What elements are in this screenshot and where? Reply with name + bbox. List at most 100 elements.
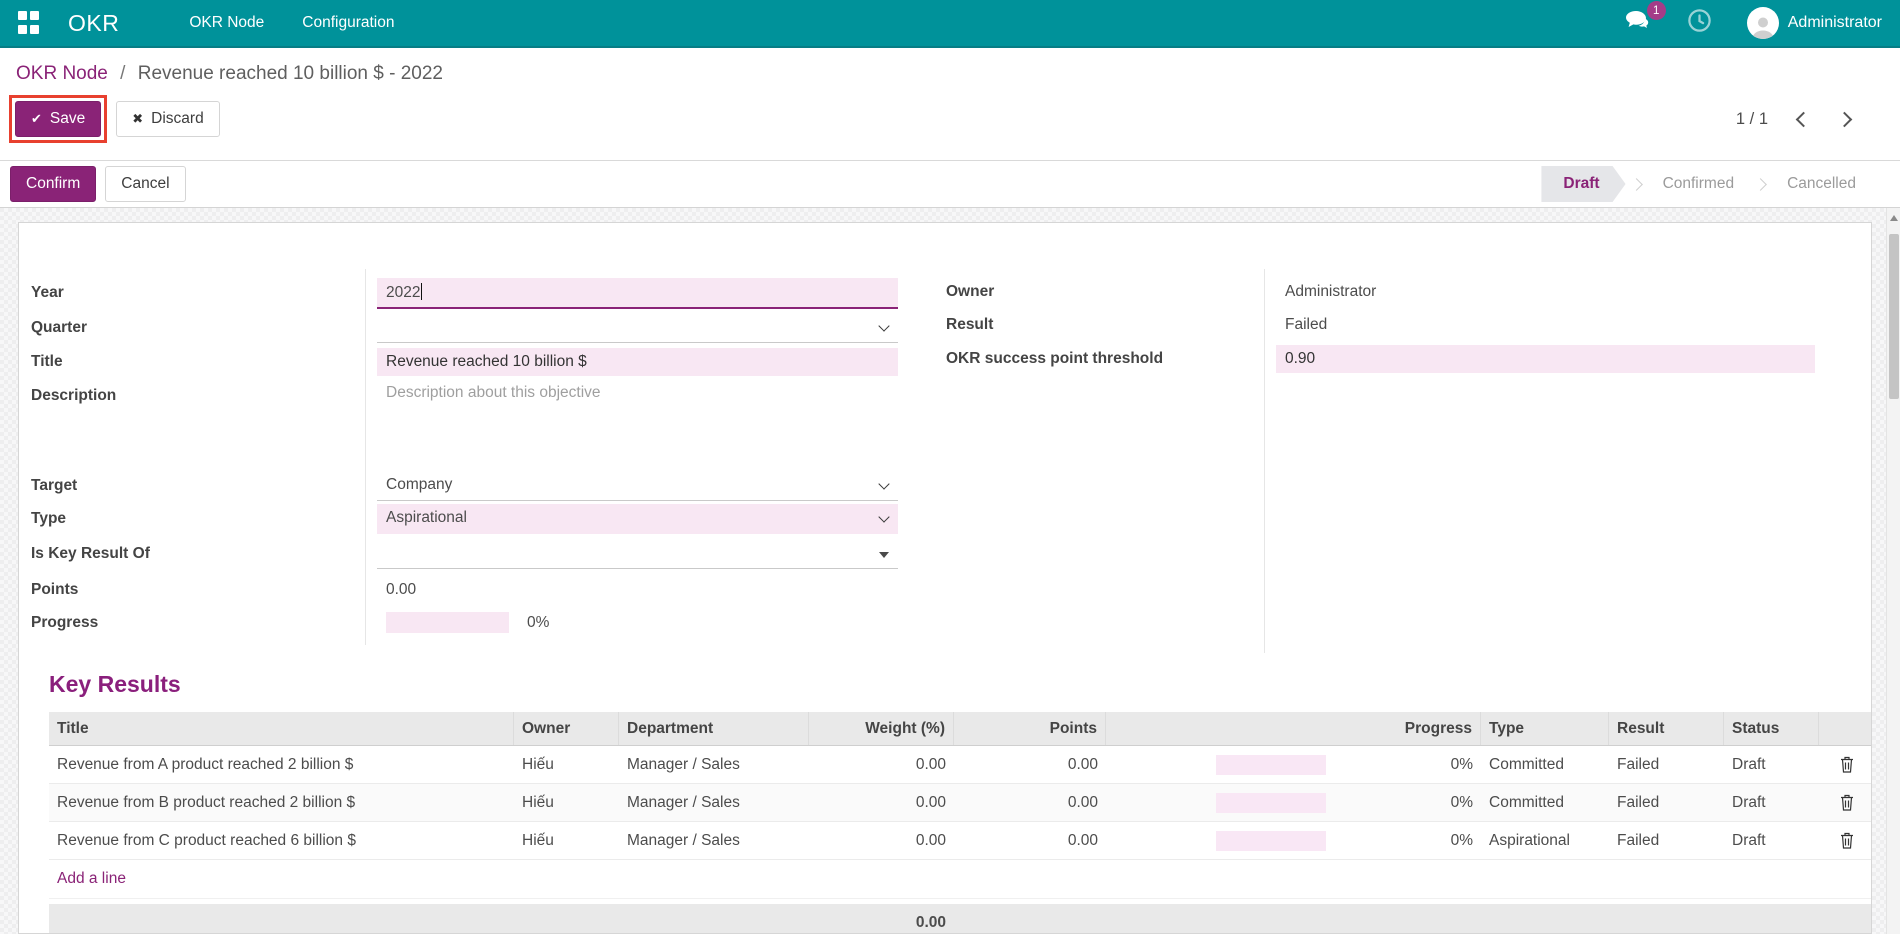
kr-cell-result: Failed — [1617, 755, 1660, 773]
type-select[interactable]: Aspirational — [377, 503, 898, 534]
kr-cell-result: Failed — [1617, 793, 1660, 811]
kr-cell-title: Revenue from A product reached 2 billion… — [57, 755, 354, 773]
col-department[interactable]: Department — [619, 712, 809, 745]
chevron-left-icon[interactable] — [1795, 111, 1812, 127]
trash-icon[interactable] — [1827, 746, 1867, 783]
col-owner[interactable]: Owner — [514, 712, 619, 745]
trash-icon[interactable] — [1827, 784, 1867, 821]
user-menu[interactable]: Administrator — [1746, 7, 1882, 39]
chat-bubbles-icon — [1625, 11, 1652, 35]
col-type[interactable]: Type — [1481, 712, 1609, 745]
target-select[interactable]: Company — [377, 471, 898, 501]
type-label: Type — [31, 509, 67, 527]
owner-label: Owner — [946, 282, 995, 300]
user-name: Administrator — [1787, 14, 1882, 31]
save-highlight-annotation: ✔ Save — [9, 95, 108, 143]
form-group-right: Owner Administrator Result Failed OKR su… — [946, 269, 1815, 653]
kr-footer-total-weight: 0.00 — [915, 914, 946, 931]
col-points[interactable]: Points — [954, 712, 1106, 745]
check-icon: ✔ — [31, 111, 42, 126]
form-sheet: Year 2022 Quarter Title Revenue reached … — [18, 222, 1872, 934]
kr-cell-owner: Hiếu — [522, 755, 554, 773]
col-progress[interactable]: Progress — [1106, 712, 1481, 745]
breadcrumb-parent-link[interactable]: OKR Node — [16, 63, 108, 84]
pager-value: 1 / 1 — [1735, 109, 1768, 128]
kr-table-header: Title Owner Department Weight (%) Points… — [49, 712, 1871, 746]
progress-label: Progress — [31, 613, 99, 631]
confirm-button[interactable]: Confirm — [10, 166, 97, 202]
is-key-result-of-field[interactable] — [377, 539, 898, 569]
messages-button[interactable]: 1 — [1625, 1, 1666, 36]
scrollbar-thumb[interactable] — [1888, 234, 1899, 399]
breadcrumb-current: Revenue reached 10 billion $ - 2022 — [137, 63, 443, 84]
kr-cell-weight: 0.00 — [915, 831, 946, 849]
kr-cell-type: Committed — [1489, 755, 1564, 773]
add-a-line-link[interactable]: Add a line — [49, 860, 1871, 899]
message-count-badge: 1 — [1646, 1, 1666, 20]
menu-configuration[interactable]: Configuration — [302, 14, 394, 32]
kr-cell-weight: 0.00 — [915, 755, 946, 773]
kr-progress-bar — [1216, 754, 1326, 775]
form-fields: Year 2022 Quarter Title Revenue reached … — [31, 269, 1827, 653]
content-area: Year 2022 Quarter Title Revenue reached … — [0, 208, 1900, 934]
caret-down-icon — [879, 552, 889, 558]
description-input[interactable] — [377, 379, 898, 445]
kr-cell-progress: 0% — [1106, 822, 1481, 859]
points-label: Points — [31, 580, 79, 598]
kr-cell-owner: Hiếu — [522, 793, 554, 811]
kr-table-footer: 0.00 — [49, 904, 1871, 933]
statusbar-separator-icon — [1629, 177, 1643, 191]
col-status[interactable]: Status — [1724, 712, 1819, 745]
form-group-left: Year 2022 Quarter Title Revenue reached … — [31, 269, 898, 645]
threshold-input[interactable] — [1276, 345, 1815, 373]
kr-cell-points: 0.00 — [1067, 755, 1098, 773]
chevron-right-icon[interactable] — [1836, 111, 1853, 127]
discard-button[interactable]: ✖ Discard — [116, 101, 220, 137]
kr-cell-weight: 0.00 — [915, 793, 946, 811]
close-icon: ✖ — [132, 111, 144, 126]
col-result[interactable]: Result — [1609, 712, 1724, 745]
cancel-button[interactable]: Cancel — [105, 166, 186, 202]
kr-cell-progress: 0% — [1106, 746, 1481, 783]
trash-icon[interactable] — [1827, 822, 1867, 859]
activity-button[interactable] — [1686, 7, 1713, 39]
statusbar-separator-icon — [1754, 177, 1767, 191]
kr-cell-result: Failed — [1617, 831, 1660, 849]
statusbar-step-cancelled[interactable]: Cancelled — [1771, 166, 1872, 202]
kr-cell-points: 0.00 — [1067, 831, 1098, 849]
col-title[interactable]: Title — [49, 712, 514, 745]
up-arrow-icon[interactable] — [1890, 215, 1898, 221]
kr-cell-title: Revenue from B product reached 2 billion… — [57, 793, 356, 811]
kr-cell-type: Committed — [1489, 793, 1564, 811]
kr-cell-status: Draft — [1732, 793, 1766, 811]
statusbar-step-draft[interactable]: Draft — [1541, 166, 1625, 202]
clock-icon — [1686, 9, 1713, 38]
kr-cell-department: Manager / Sales — [627, 831, 740, 849]
breadcrumb-separator: / — [120, 63, 126, 84]
chevron-down-icon — [878, 477, 890, 490]
kr-row-1[interactable]: Revenue from A product reached 2 billion… — [49, 746, 1871, 784]
title-input[interactable] — [377, 348, 898, 376]
kr-row-2[interactable]: Revenue from B product reached 2 billion… — [49, 784, 1871, 822]
result-label: Result — [946, 315, 994, 333]
statusbar-step-confirmed[interactable]: Confirmed — [1647, 166, 1751, 202]
year-input[interactable]: 2022 — [377, 277, 898, 309]
app-brand[interactable]: OKR — [68, 10, 119, 37]
progress-value: 0% — [527, 613, 550, 631]
save-button[interactable]: ✔ Save — [15, 101, 102, 137]
quarter-select[interactable] — [377, 313, 898, 343]
navbar-right: 1 Administrator — [1625, 1, 1882, 39]
statusbar-steps: Draft Confirmed Cancelled — [1541, 166, 1872, 202]
menu-okr-node[interactable]: OKR Node — [189, 14, 264, 32]
apps-grid-icon[interactable] — [18, 11, 42, 35]
kr-row-3[interactable]: Revenue from C product reached 6 billion… — [49, 822, 1871, 860]
result-value: Failed — [1285, 315, 1328, 333]
kr-cell-department: Manager / Sales — [627, 793, 740, 811]
col-weight[interactable]: Weight (%) — [809, 712, 954, 745]
vertical-scrollbar — [1886, 208, 1900, 934]
breadcrumb: OKR Node / Revenue reached 10 billion $ … — [16, 57, 1884, 91]
kr-cell-status: Draft — [1732, 755, 1766, 773]
control-panel-buttons: ✔ Save ✖ Discard 1 / 1 — [9, 95, 1884, 143]
kr-cell-progress: 0% — [1106, 784, 1481, 821]
kr-cell-status: Draft — [1732, 831, 1766, 849]
